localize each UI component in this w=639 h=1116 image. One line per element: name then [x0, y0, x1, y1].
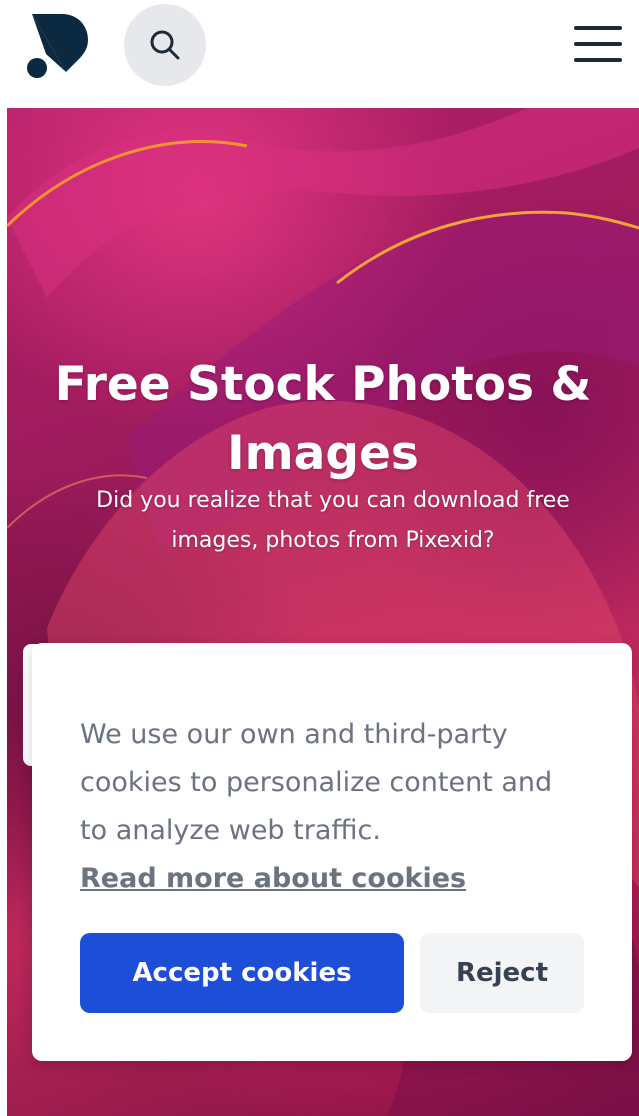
menu-button[interactable]: [570, 20, 626, 68]
accept-cookies-button[interactable]: Accept cookies: [80, 933, 404, 1013]
hero-title-line-2: Images: [227, 426, 419, 481]
search-button[interactable]: [124, 4, 206, 86]
top-header: [0, 0, 639, 108]
hero-title-line-1: Free Stock Photos &: [54, 357, 592, 412]
hero-title: Free Stock Photos & Images: [7, 350, 639, 488]
cookie-message-line-2: cookies to personalize content and: [80, 767, 553, 798]
brand-logo-icon[interactable]: [26, 12, 90, 80]
cookie-message-line-3: to analyze web traffic.: [80, 815, 381, 846]
cookie-consent-banner: We use our own and third-party cookies t…: [32, 643, 632, 1061]
cookie-message-line-1: We use our own and third-party: [80, 719, 508, 750]
reject-cookies-button[interactable]: Reject: [420, 933, 584, 1013]
hero-subtitle-line-2: images, photos from Pixexid?: [171, 528, 495, 553]
hero-subtitle-line-1: Did you realize that you can download fr…: [96, 488, 570, 513]
search-icon: [150, 30, 180, 60]
read-more-cookies-link[interactable]: Read more about cookies: [80, 855, 466, 903]
hamburger-menu-icon: [574, 26, 622, 62]
hero-subtitle: Did you realize that you can download fr…: [47, 481, 619, 561]
cookie-message: We use our own and third-party cookies t…: [80, 711, 600, 855]
